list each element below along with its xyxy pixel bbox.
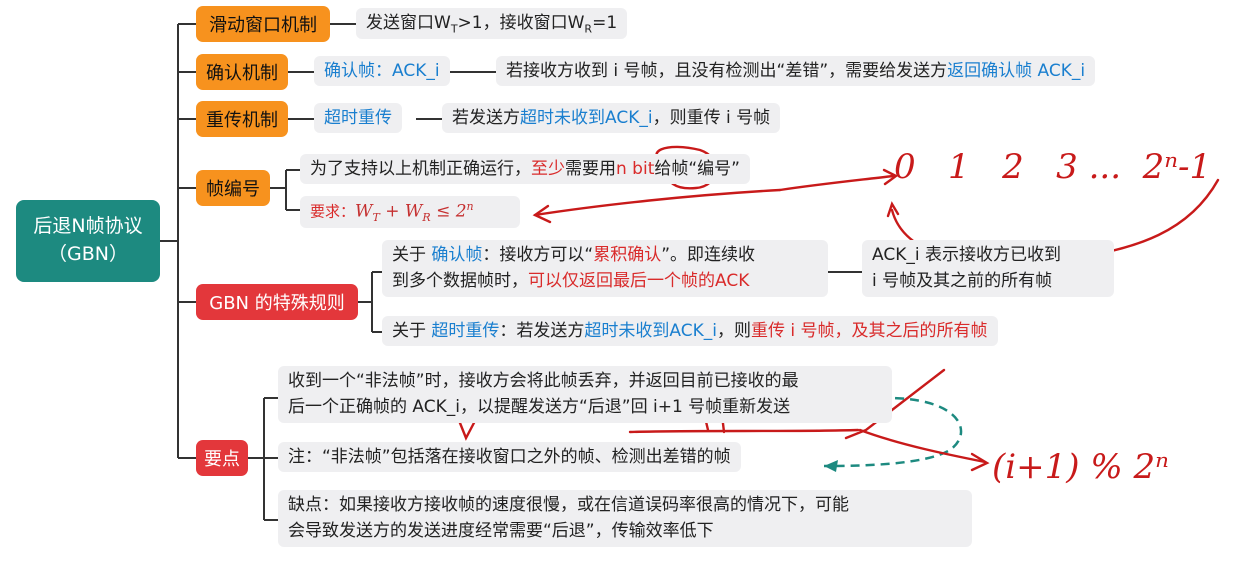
key-point-illegal-frame-box: 收到一个“非法帧”时，接收方会将此帧丢弃，并返回目前已接收的最 后一个正确帧的 … <box>278 366 892 423</box>
key-point-note-box: 注：“非法帧”包括落在接收窗口之外的帧、检测出差错的帧 <box>278 442 741 473</box>
text: ：若发送方 <box>499 321 585 341</box>
formula-sup: n <box>466 200 474 213</box>
note-line: i 号帧及其之前的所有帧 <box>872 271 1053 292</box>
key-line: 注：“非法帧”包括落在接收窗口之外的帧、检测出差错的帧 <box>288 447 731 467</box>
text: ，则 <box>716 321 751 341</box>
key-point-drawback-box: 缺点：如果接收方接收帧的速度很慢，或在信道误码率很高的情况下，可能 会导致发送方… <box>278 490 972 547</box>
text: ：接收方可以“ <box>482 245 594 265</box>
text: 需要用 <box>565 159 616 179</box>
text: ，则重传 i 号帧 <box>652 108 771 128</box>
gbn-ack-note-box: ACK_i 表示接收方已收到 i 号帧及其之前的所有帧 <box>862 240 1114 297</box>
text: >1，接收窗口W <box>457 13 585 33</box>
category-gbn-rules: GBN 的特殊规则 <box>196 284 358 320</box>
category-label: 确认机制 <box>206 63 278 84</box>
handwritten-formula: (i+1) % 2ⁿ <box>992 447 1169 487</box>
text: 给帧“编号” <box>654 159 740 179</box>
key-line: 收到一个“非法帧”时，接收方会将此帧丢弃，并返回目前已接收的最 <box>288 371 799 391</box>
confirm-label: 确认帧：ACK_i <box>324 61 440 81</box>
gbn-rule-resend-box: 关于 超时重传：若发送方超时未收到ACK_i，则重传 i 号帧，及其之后的所有帧 <box>382 316 998 347</box>
text: 关于 <box>392 245 432 265</box>
formula-sub: T <box>372 211 380 225</box>
root-subtitle: （GBN） <box>48 243 128 265</box>
resend-label-box: 超时重传 <box>314 103 402 134</box>
category-resend: 重传机制 <box>196 101 288 137</box>
resend-desc-box: 若发送方超时未收到ACK_i，则重传 i 号帧 <box>442 103 781 134</box>
category-sliding-window: 滑动窗口机制 <box>196 6 330 42</box>
highlight-text: 超时重传 <box>431 321 500 341</box>
text: ”。即连续收 <box>661 245 756 265</box>
text: 若接收方收到 i 号帧，且没有检测出“差错”，需要给发送方 <box>506 61 948 81</box>
highlight-text: 累积确认 <box>593 245 662 265</box>
formula: W <box>355 201 373 222</box>
category-label: 重传机制 <box>206 110 278 131</box>
numbering-requirement-box: 要求：WT + WR ≤ 2n <box>300 196 520 229</box>
key-line: 缺点：如果接收方接收帧的速度很慢，或在信道误码率很高的情况下，可能 <box>288 495 849 515</box>
subscript: R <box>584 22 593 36</box>
text: 若发送方 <box>452 108 520 128</box>
category-label: GBN 的特殊规则 <box>209 293 345 314</box>
category-numbering: 帧编号 <box>196 170 270 206</box>
category-key-points: 要点 <box>196 440 248 476</box>
root-node: 后退N帧协议 （GBN） <box>16 200 160 282</box>
rule-line: 关于 确认帧：接收方可以“累积确认”。即连续收 <box>392 242 818 268</box>
formula: + W <box>379 201 423 222</box>
requirement-label: 要求： <box>310 202 356 221</box>
highlight-text: n bit <box>616 159 655 179</box>
confirm-label-box: 确认帧：ACK_i <box>314 56 450 87</box>
highlight-text: 超时未收到ACK_i <box>584 321 717 341</box>
rule-line: 到多个数据帧时，可以仅返回最后一个帧的ACK <box>392 268 818 294</box>
highlight-text: 可以仅返回最后一个帧的ACK <box>528 271 750 292</box>
text: 到多个数据帧时， <box>392 271 528 292</box>
resend-label: 超时重传 <box>324 108 392 128</box>
text: 关于 <box>392 321 432 341</box>
confirm-desc-box: 若接收方收到 i 号帧，且没有检测出“差错”，需要给发送方返回确认帧 ACK_i <box>496 56 1096 87</box>
category-confirm: 确认机制 <box>196 54 288 90</box>
text: =1 <box>592 13 618 33</box>
handwritten-sequence: 0 1 2 3 ... 2ⁿ-1 <box>894 147 1212 187</box>
highlight-text: 确认帧 <box>431 245 483 265</box>
note-line: ACK_i 表示接收方已收到 <box>872 245 1061 265</box>
numbering-desc-box: 为了支持以上机制正确运行，至少需要用n bit给帧“编号” <box>300 154 750 185</box>
highlight-text: 重传 i 号帧，及其之后的所有帧 <box>750 321 988 341</box>
category-label: 滑动窗口机制 <box>209 15 317 36</box>
text: 为了支持以上机制正确运行， <box>310 159 531 179</box>
category-label: 要点 <box>204 449 240 470</box>
sliding-window-box: 发送窗口WT>1，接收窗口WR=1 <box>356 8 628 40</box>
formula-sub: R <box>422 211 431 225</box>
highlight-text: 返回确认帧 ACK_i <box>947 61 1086 81</box>
highlight-text: 至少 <box>531 159 565 179</box>
text: 发送窗口W <box>366 13 451 33</box>
gbn-rule-ack-box: 关于 确认帧：接收方可以“累积确认”。即连续收 到多个数据帧时，可以仅返回最后一… <box>382 240 828 297</box>
subscript: T <box>450 22 458 36</box>
formula: ≤ 2 <box>430 201 467 222</box>
highlight-text: 超时未收到ACK_i <box>520 108 653 128</box>
key-line: 后一个正确帧的 ACK_i，以提醒发送方“后退”回 i+1 号帧重新发送 <box>288 397 791 418</box>
category-label: 帧编号 <box>206 179 260 200</box>
key-line: 会导致发送方的发送进度经常需要“后退”，传输效率低下 <box>288 521 714 542</box>
root-title: 后退N帧协议 <box>33 215 143 238</box>
